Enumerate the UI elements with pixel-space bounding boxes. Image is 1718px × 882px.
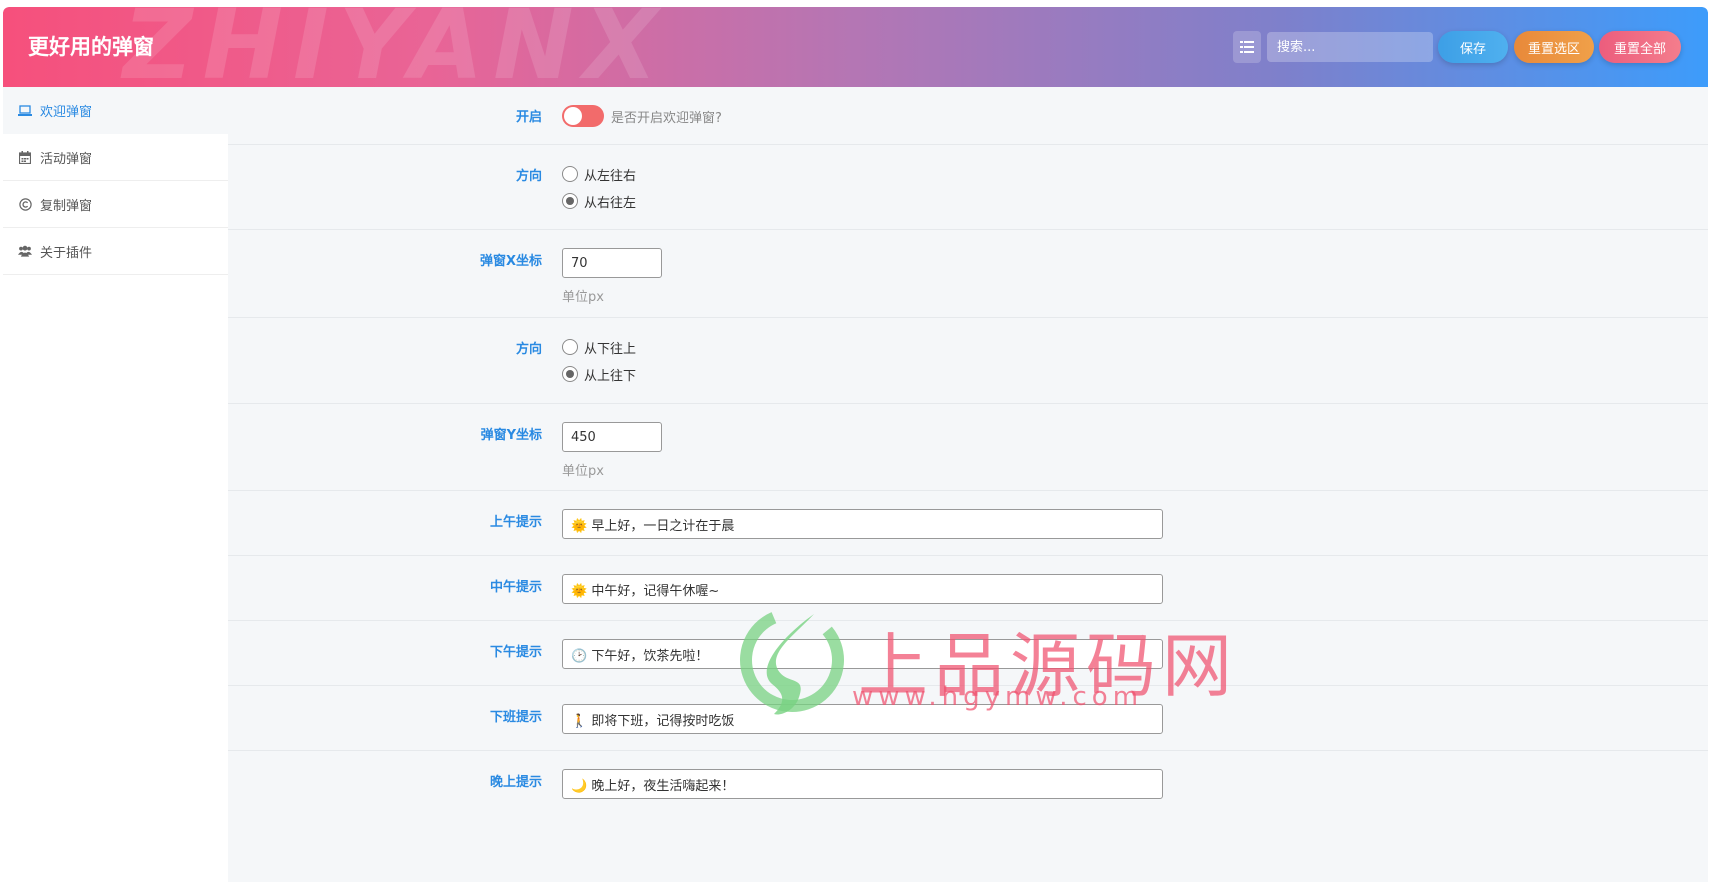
- radio-label: 从右往左: [584, 195, 637, 211]
- y-coord-unit: 单位px: [562, 464, 604, 479]
- y-coord-label: 弹窗Y坐标: [480, 428, 542, 443]
- form-row-afternoon-tip: 下午提示: [228, 621, 1708, 686]
- evening-tip-input[interactable]: [562, 769, 1163, 799]
- direction-x-label: 方向: [515, 169, 542, 184]
- copyright-icon: [18, 197, 32, 211]
- sidebar-item-label: 关于插件: [40, 245, 93, 261]
- sidebar-item-activity-popup[interactable]: 活动弹窗: [3, 134, 228, 181]
- sidebar-item-about-plugin[interactable]: 关于插件: [3, 228, 228, 275]
- radio-left-to-right[interactable]: 从左往右: [562, 163, 636, 185]
- header-bar: ZHIYANX 更好用的弹窗 保存 重置选区 重置全部: [3, 7, 1708, 87]
- app-title: 更好用的弹窗: [28, 35, 154, 59]
- form-row-direction-y: 方向 从下往上 从上往下: [228, 318, 1708, 404]
- enable-label: 开启: [515, 110, 542, 125]
- afternoon-tip-input[interactable]: [562, 639, 1163, 669]
- noon-tip-input[interactable]: [562, 574, 1163, 604]
- enable-description: 是否开启欢迎弹窗?: [611, 110, 722, 126]
- radio-label: 从下往上: [584, 341, 637, 357]
- form-row-enable: 开启 是否开启欢迎弹窗?: [228, 87, 1708, 145]
- form-row-direction-x: 方向 从左往右 从右往左: [228, 145, 1708, 230]
- list-icon: [1240, 38, 1254, 57]
- x-coord-unit: 单位px: [562, 290, 604, 305]
- header-watermark: ZHIYANX: [123, 7, 668, 87]
- noon-tip-label: 中午提示: [489, 580, 542, 595]
- form-row-evening-tip: 晚上提示: [228, 751, 1708, 821]
- direction-y-label: 方向: [515, 342, 542, 357]
- settings-form: 开启 是否开启欢迎弹窗? 方向 从左往右 从右往左 弹窗X坐标 70 单位px …: [228, 87, 1708, 882]
- users-icon: [18, 244, 32, 258]
- sidebar-item-copy-popup[interactable]: 复制弹窗: [3, 181, 228, 228]
- sidebar-item-label: 活动弹窗: [40, 151, 93, 167]
- off-work-tip-input[interactable]: [562, 704, 1163, 734]
- x-coord-input[interactable]: [562, 248, 662, 278]
- app-window: ZHIYANX 更好用的弹窗 保存 重置选区 重置全部 欢迎弹窗 活动弹窗: [3, 7, 1708, 882]
- sidebar-item-label: 复制弹窗: [40, 198, 93, 214]
- afternoon-tip-label: 下午提示: [489, 645, 542, 660]
- menu-toggle-button[interactable]: [1233, 31, 1261, 63]
- off-work-tip-label: 下班提示: [489, 710, 542, 725]
- evening-tip-label: 晚上提示: [489, 775, 542, 790]
- form-row-noon-tip: 中午提示: [228, 556, 1708, 621]
- form-row-y-coord: 弹窗Y坐标 单位px: [228, 404, 1708, 491]
- enable-toggle-switch[interactable]: [562, 105, 604, 127]
- calendar-icon: [18, 150, 32, 164]
- form-row-morning-tip: 上午提示: [228, 491, 1708, 556]
- save-button[interactable]: 保存: [1438, 31, 1508, 63]
- radio-label: 从左往右: [584, 168, 637, 184]
- sidebar: 欢迎弹窗 活动弹窗 复制弹窗 关于插件: [3, 87, 228, 882]
- radio-top-to-bottom[interactable]: 从上往下: [562, 363, 636, 385]
- radio-label: 从上往下: [584, 368, 637, 384]
- laptop-icon: [18, 104, 32, 118]
- radio-bottom-to-top[interactable]: 从下往上: [562, 336, 636, 358]
- form-row-off-work-tip: 下班提示: [228, 686, 1708, 751]
- morning-tip-input[interactable]: [562, 509, 1163, 539]
- sidebar-item-label: 欢迎弹窗: [40, 105, 93, 120]
- x-coord-label: 弹窗X坐标: [479, 254, 542, 269]
- sidebar-item-welcome-popup[interactable]: 欢迎弹窗: [3, 87, 228, 134]
- morning-tip-label: 上午提示: [489, 515, 542, 530]
- radio-right-to-left[interactable]: 从右往左: [562, 190, 636, 212]
- reset-selection-button[interactable]: 重置选区: [1514, 31, 1594, 63]
- reset-all-button[interactable]: 重置全部: [1599, 31, 1681, 63]
- form-row-x-coord: 弹窗X坐标 单位px: [228, 230, 1708, 318]
- y-coord-input[interactable]: [562, 422, 662, 452]
- search-input[interactable]: [1267, 32, 1433, 62]
